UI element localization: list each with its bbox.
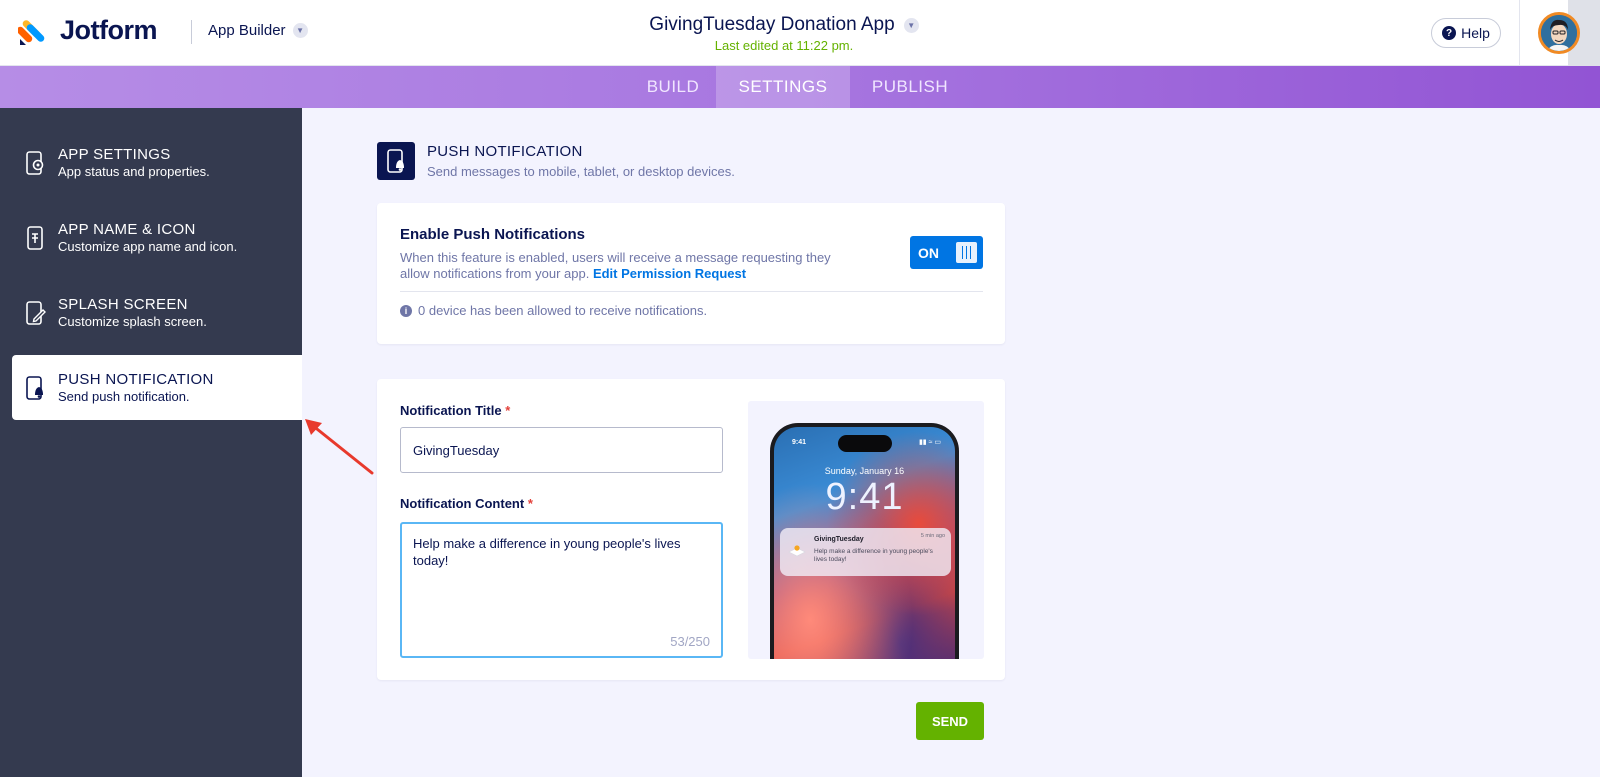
help-label: Help [1461, 25, 1490, 41]
device-count-text: 0 device has been allowed to receive not… [418, 303, 708, 318]
app-title: GivingTuesday Donation App [649, 14, 895, 35]
toggle-label: ON [918, 244, 939, 261]
info-icon: i [400, 304, 412, 317]
question-icon: ? [1442, 26, 1457, 40]
notification-preview-body: Help make a difference in young people's… [814, 548, 933, 563]
notification-title-label: Notification Title * [400, 403, 510, 418]
header-divider [1519, 0, 1520, 66]
tab-settings[interactable]: SETTINGS [716, 66, 850, 108]
lock-screen-time: 9:41 [825, 476, 904, 518]
notification-content-label: Notification Content * [400, 496, 533, 511]
character-counter: 53/250 [670, 634, 710, 649]
last-edited-status: Last edited at 11:22 pm. [714, 38, 854, 53]
enable-push-description: When this feature is enabled, users will… [400, 250, 860, 282]
notification-content-textarea[interactable]: Help make a difference in young people's… [400, 522, 723, 658]
phone-preview: 9:41 ▮▮ ≈ ▭ Sunday, January 16 9:41 Givi… [748, 401, 984, 659]
notification-compose-card: Notification Title * Notification Conten… [377, 379, 1005, 680]
notification-preview-time: 5 min ago [920, 533, 945, 539]
edit-permission-request-link[interactable]: Edit Permission Request [593, 266, 746, 281]
card-divider [400, 291, 983, 292]
status-bar-time: 9:41 [792, 439, 807, 446]
phone-edit-icon [26, 300, 46, 325]
phone-text-icon [27, 225, 43, 250]
app-title-dropdown[interactable]: GivingTuesday Donation App ▼ [649, 14, 919, 36]
section-subtitle: Send messages to mobile, tablet, or desk… [427, 164, 735, 179]
sidebar-item-desc: App status and properties. [58, 164, 210, 179]
lock-screen-date: Sunday, January 16 [824, 466, 905, 476]
sidebar-item-title: SPLASH SCREEN [58, 296, 188, 313]
enable-push-card: Enable Push Notifications When this feat… [377, 203, 1005, 344]
notification-title-input[interactable] [400, 427, 723, 473]
notification-title-label-text: Notification Title [400, 403, 502, 418]
status-bar-icons: ▮▮ ≈ ▭ [918, 439, 941, 446]
tab-build[interactable]: BUILD [630, 66, 716, 108]
sidebar-item-app-name-icon[interactable]: APP NAME & ICON Customize app name and i… [0, 205, 302, 270]
required-marker: * [527, 496, 533, 511]
sidebar-item-title: APP NAME & ICON [58, 221, 196, 238]
top-header: Jotform App Builder ▼ GivingTuesday Dona… [0, 0, 1568, 66]
settings-sidebar: APP SETTINGS App status and properties. … [0, 108, 302, 777]
main-tab-bar: BUILD SETTINGS PUBLISH [0, 66, 1600, 108]
gear-phone-icon [26, 150, 44, 175]
device-count-info: i 0 device has been allowed to receive n… [400, 303, 707, 318]
sidebar-item-push-notification[interactable]: PUSH NOTIFICATION Send push notification… [12, 355, 302, 420]
sidebar-item-splash-screen[interactable]: SPLASH SCREEN Customize splash screen. [0, 280, 302, 345]
tab-publish[interactable]: PUBLISH [850, 66, 970, 108]
notification-content-label-text: Notification Content [400, 496, 525, 511]
annotation-arrow-icon [305, 419, 374, 475]
sidebar-item-title: PUSH NOTIFICATION [58, 371, 214, 388]
help-button[interactable]: ? Help [1431, 18, 1501, 48]
toggle-knob [956, 242, 977, 263]
user-avatar[interactable] [1538, 12, 1580, 54]
main-content: PUSH NOTIFICATION Send messages to mobil… [302, 108, 1600, 777]
sidebar-item-app-settings[interactable]: APP SETTINGS App status and properties. [0, 130, 302, 195]
notification-content-value: Help make a difference in young people's… [413, 536, 685, 568]
dynamic-island [838, 435, 892, 452]
section-title: PUSH NOTIFICATION [427, 143, 583, 160]
sidebar-item-desc: Customize app name and icon. [58, 239, 238, 254]
sidebar-item-title: APP SETTINGS [58, 146, 171, 163]
enable-push-title: Enable Push Notifications [400, 226, 586, 243]
chevron-down-icon: ▼ [903, 17, 919, 33]
notification-preview-title: GivingTuesday [814, 536, 864, 543]
send-button[interactable]: SEND [916, 702, 984, 740]
app-icon [788, 545, 806, 557]
section-header: PUSH NOTIFICATION Send messages to mobil… [377, 142, 735, 180]
required-marker: * [505, 403, 511, 418]
notification-preview-banner: GivingTuesday 5 min ago Help make a diff… [780, 528, 951, 576]
phone-bell-icon [26, 375, 43, 400]
push-notifications-toggle[interactable]: ON [910, 236, 983, 269]
sidebar-item-desc: Send push notification. [58, 389, 190, 404]
avatar-portrait-icon [1541, 15, 1577, 51]
sidebar-item-desc: Customize splash screen. [58, 314, 207, 329]
phone-mockup: 9:41 ▮▮ ≈ ▭ Sunday, January 16 9:41 Givi… [770, 423, 959, 659]
app-title-area: GivingTuesday Donation App ▼ Last edited… [0, 14, 1568, 53]
push-notification-section-icon [377, 142, 415, 180]
